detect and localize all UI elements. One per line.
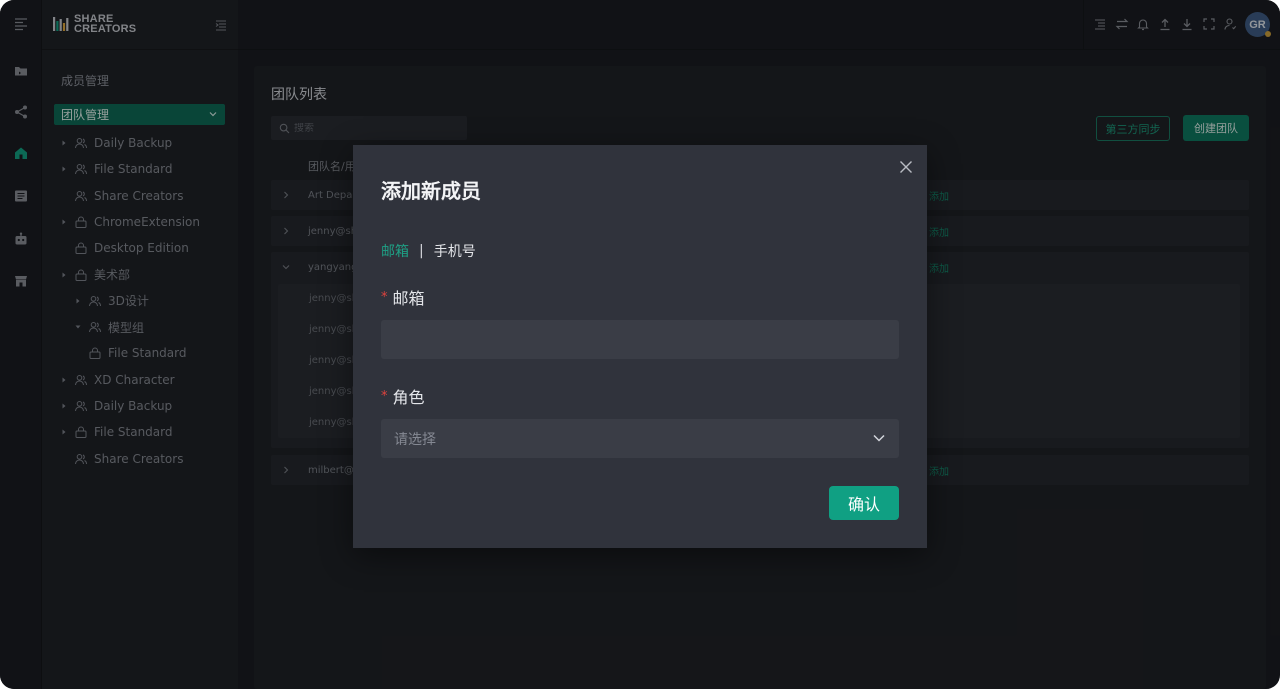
app-window: SHARE CREATORS 成员管理 团队管理 Daily Backup Fil… — [0, 0, 1280, 689]
email-label-text: 邮箱 — [392, 289, 425, 308]
add-member-dialog: 添加新成员 邮箱 | 手机号 * 邮箱 * 角色 请选择 确认 — [353, 145, 927, 548]
confirm-button[interactable]: 确认 — [829, 486, 899, 520]
chevron-down-icon — [873, 434, 885, 442]
tab-phone[interactable]: 手机号 — [434, 241, 476, 261]
tab-separator: | — [419, 243, 424, 259]
dialog-title: 添加新成员 — [381, 179, 481, 203]
role-select[interactable]: 请选择 — [381, 419, 899, 458]
required-mark: * — [381, 289, 388, 305]
role-label: * 角色 — [381, 384, 425, 408]
role-select-placeholder: 请选择 — [394, 431, 436, 448]
close-icon[interactable] — [898, 159, 914, 175]
tab-email[interactable]: 邮箱 — [381, 241, 409, 261]
role-label-text: 角色 — [392, 388, 425, 407]
required-mark: * — [381, 388, 388, 404]
contact-type-tabs: 邮箱 | 手机号 — [381, 241, 476, 261]
email-field[interactable] — [381, 320, 899, 359]
email-label: * 邮箱 — [381, 285, 425, 309]
